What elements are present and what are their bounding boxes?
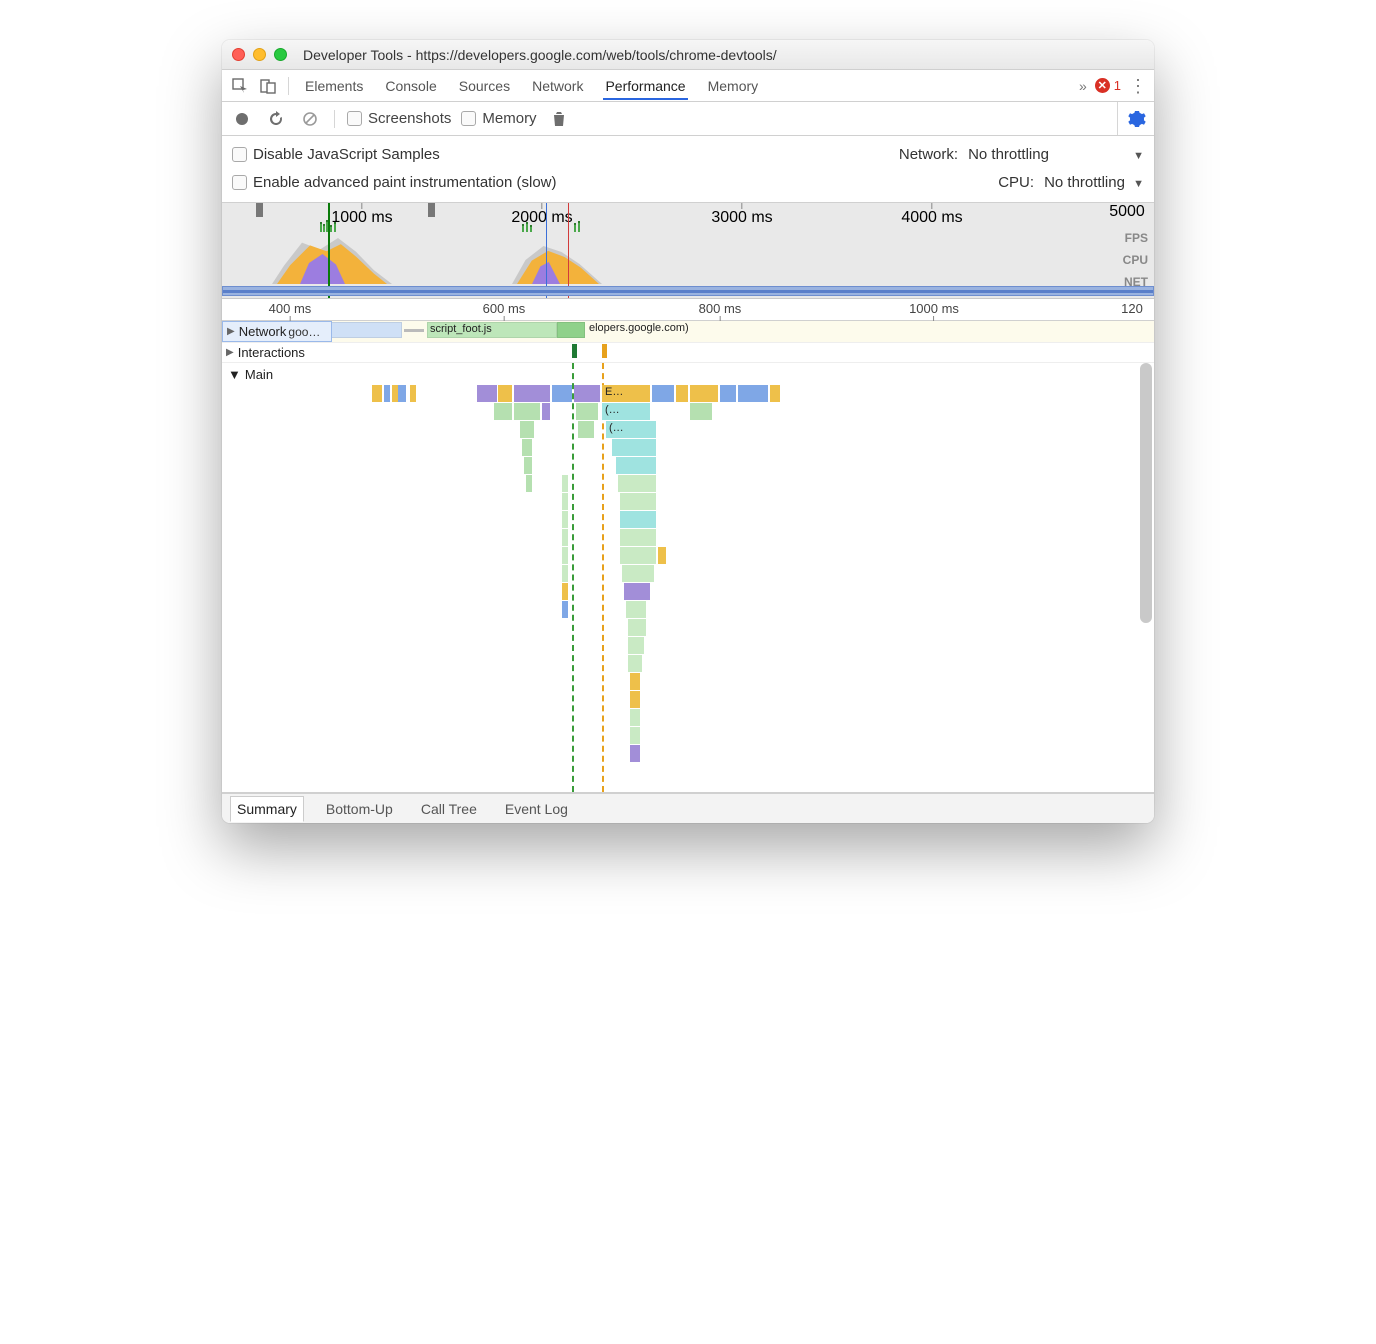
overview-tick: 3000 ms bbox=[711, 209, 772, 226]
network-throttle-select[interactable]: No throttling ▼ bbox=[968, 146, 1144, 163]
checkbox-icon bbox=[347, 111, 362, 126]
checkbox-icon bbox=[461, 111, 476, 126]
zoom-ruler[interactable]: 400 ms 600 ms 800 ms 1000 ms 120 bbox=[222, 299, 1154, 321]
zoom-tick: 800 ms bbox=[699, 301, 742, 316]
checkbox-icon bbox=[232, 175, 247, 190]
network-track-body[interactable]: script_foot.js elopers.google.com) bbox=[332, 321, 1154, 342]
overview-handle-left[interactable] bbox=[256, 203, 263, 217]
disable-js-samples-label: Disable JavaScript Samples bbox=[253, 146, 440, 163]
track-label: Main bbox=[245, 367, 273, 382]
flame-scrollbar[interactable] bbox=[1140, 363, 1152, 623]
disable-js-samples-checkbox[interactable]: Disable JavaScript Samples bbox=[232, 146, 440, 163]
cpu-throttle-label: CPU: bbox=[998, 174, 1034, 191]
overview-handle-right[interactable] bbox=[428, 203, 435, 217]
tab-console[interactable]: Console bbox=[383, 72, 438, 100]
overview-cpu-lane bbox=[222, 234, 1154, 284]
zoom-tick: 120 bbox=[1121, 301, 1143, 316]
overview-marker-red bbox=[568, 203, 569, 298]
interactions-track-body[interactable] bbox=[332, 343, 1154, 362]
flame-event[interactable]: E… bbox=[602, 385, 650, 402]
interactions-track[interactable]: ▶ Interactions bbox=[222, 343, 1154, 363]
panel-tabs: Elements Console Sources Network Perform… bbox=[303, 72, 760, 100]
chevron-down-icon: ▼ bbox=[1133, 150, 1144, 162]
details-tab-event-log[interactable]: Event Log bbox=[499, 797, 574, 821]
network-request-bar[interactable]: elopers.google.com) bbox=[587, 322, 1147, 338]
zoom-tick: 600 ms bbox=[483, 301, 526, 316]
network-track[interactable]: ▶ Network goo… script_foot.js elopers.go… bbox=[222, 321, 1154, 343]
panel-tabs-row: Elements Console Sources Network Perform… bbox=[222, 70, 1154, 102]
tab-performance[interactable]: Performance bbox=[603, 72, 687, 100]
overview-tick: 4000 ms bbox=[901, 209, 962, 226]
inspect-element-icon[interactable] bbox=[228, 74, 252, 98]
tab-elements[interactable]: Elements bbox=[303, 72, 365, 100]
network-throttle-label: Network: bbox=[899, 146, 958, 163]
disclosure-triangle-icon: ▶ bbox=[226, 347, 234, 358]
devtools-window: Developer Tools - https://developers.goo… bbox=[222, 40, 1154, 823]
zoom-tick: 400 ms bbox=[269, 301, 312, 316]
tab-network[interactable]: Network bbox=[530, 72, 585, 100]
garbage-collect-icon[interactable] bbox=[547, 107, 571, 131]
network-request-bar[interactable]: script_foot.js bbox=[427, 322, 557, 338]
main-flame-chart[interactable]: ▼ Main E… bbox=[222, 363, 1154, 793]
memory-checkbox[interactable]: Memory bbox=[461, 110, 536, 127]
overview-tick: 5000 bbox=[1109, 203, 1145, 220]
clear-icon[interactable] bbox=[298, 107, 322, 131]
error-badge[interactable]: ✕ 1 bbox=[1095, 78, 1121, 93]
flame-event[interactable]: (… bbox=[602, 403, 650, 420]
capture-settings-icon[interactable] bbox=[1117, 102, 1146, 135]
network-request-bar[interactable] bbox=[404, 329, 424, 332]
network-request-bar[interactable] bbox=[557, 322, 585, 338]
window-title: Developer Tools - https://developers.goo… bbox=[303, 47, 777, 63]
zoom-window-button[interactable] bbox=[274, 48, 287, 61]
overview-tick: 2000 ms bbox=[511, 209, 572, 226]
interaction-marker[interactable] bbox=[572, 344, 577, 358]
details-tab-call-tree[interactable]: Call Tree bbox=[415, 797, 483, 821]
tab-memory[interactable]: Memory bbox=[706, 72, 761, 100]
kebab-menu-icon[interactable]: ⋮ bbox=[1129, 81, 1148, 91]
chevron-down-icon: ▼ bbox=[1133, 178, 1144, 190]
perf-toolbar: Screenshots Memory bbox=[222, 102, 1154, 136]
zoom-tick: 1000 ms bbox=[909, 301, 959, 316]
error-icon: ✕ bbox=[1095, 78, 1110, 93]
timeline-overview[interactable]: 1000 ms 2000 ms 3000 ms 4000 ms 5000 FPS… bbox=[222, 203, 1154, 299]
details-tabs: Summary Bottom-Up Call Tree Event Log bbox=[222, 793, 1154, 823]
overview-marker-green bbox=[328, 203, 330, 298]
details-tab-summary[interactable]: Summary bbox=[230, 796, 304, 822]
traffic-lights bbox=[232, 48, 287, 61]
disclosure-triangle-icon: ▶ bbox=[227, 326, 235, 337]
error-count: 1 bbox=[1114, 78, 1121, 93]
tracks-area: ▶ Network goo… script_foot.js elopers.go… bbox=[222, 321, 1154, 793]
device-toolbar-icon[interactable] bbox=[256, 74, 280, 98]
track-label: Network bbox=[239, 324, 287, 339]
record-button-icon[interactable] bbox=[230, 107, 254, 131]
interactions-track-header[interactable]: ▶ Interactions bbox=[222, 343, 332, 362]
track-label: Interactions bbox=[238, 345, 305, 360]
minimize-window-button[interactable] bbox=[253, 48, 266, 61]
details-tab-bottom-up[interactable]: Bottom-Up bbox=[320, 797, 399, 821]
network-request-bar[interactable] bbox=[332, 322, 402, 338]
overview-tick: 1000 ms bbox=[331, 209, 392, 226]
flame-bars[interactable]: E… (… (… bbox=[222, 363, 1140, 792]
capture-options: Disable JavaScript Samples Network: No t… bbox=[222, 136, 1154, 203]
main-track-header[interactable]: ▼ Main bbox=[222, 363, 332, 386]
overview-net-lane bbox=[222, 286, 1154, 296]
flame-event[interactable]: (… bbox=[606, 421, 656, 438]
overview-marker-blue bbox=[546, 203, 547, 298]
close-window-button[interactable] bbox=[232, 48, 245, 61]
cpu-throttle-select[interactable]: No throttling ▼ bbox=[1044, 174, 1144, 191]
screenshots-label: Screenshots bbox=[368, 110, 451, 127]
more-tabs-icon[interactable]: » bbox=[1079, 78, 1087, 94]
tab-sources[interactable]: Sources bbox=[457, 72, 512, 100]
memory-label: Memory bbox=[482, 110, 536, 127]
titlebar: Developer Tools - https://developers.goo… bbox=[222, 40, 1154, 70]
enable-paint-instr-label: Enable advanced paint instrumentation (s… bbox=[253, 174, 557, 191]
enable-paint-instr-checkbox[interactable]: Enable advanced paint instrumentation (s… bbox=[232, 174, 557, 191]
screenshots-checkbox[interactable]: Screenshots bbox=[347, 110, 451, 127]
reload-record-icon[interactable] bbox=[264, 107, 288, 131]
disclosure-triangle-icon: ▼ bbox=[228, 367, 241, 382]
network-request-bar: goo… bbox=[288, 325, 320, 339]
checkbox-icon bbox=[232, 147, 247, 162]
interaction-marker[interactable] bbox=[602, 344, 607, 358]
network-track-header[interactable]: ▶ Network goo… bbox=[222, 321, 332, 342]
